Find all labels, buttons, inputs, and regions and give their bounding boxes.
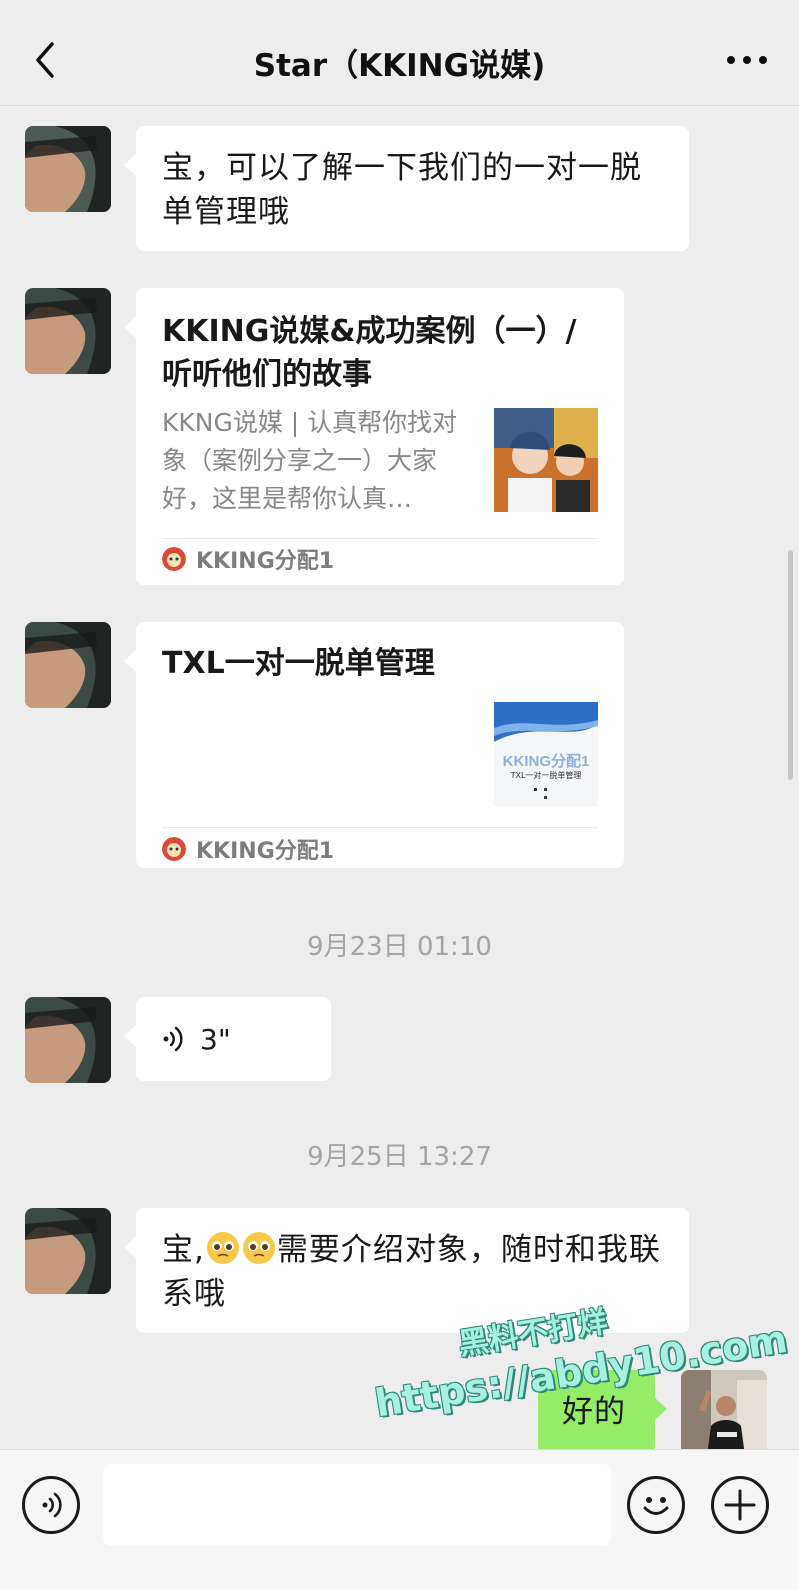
card-description: KKNG说媒 | 认真帮你找对象（案例分享之一）大家好，这里是帮你认真… bbox=[162, 408, 458, 513]
source-name: KKING分配1 bbox=[196, 549, 335, 574]
contact-avatar[interactable] bbox=[25, 622, 111, 708]
chat-title: Star（KKING说媒) bbox=[253, 48, 546, 84]
my-avatar[interactable] bbox=[681, 1370, 767, 1456]
voice-message[interactable]: 3" bbox=[124, 997, 331, 1081]
article-card[interactable]: TXL一对一脱单管理 KKING分配1 TXL一对一脱单管理 KKING分配1 bbox=[124, 622, 624, 868]
timestamp: 9月25日 13:27 bbox=[307, 1142, 492, 1172]
contact-avatar[interactable] bbox=[25, 1208, 111, 1294]
chat-header: Star（KKING说媒) bbox=[0, 0, 799, 106]
message-bubble[interactable]: 宝，可以了解一下我们的一对一脱单管理哦 bbox=[124, 126, 689, 251]
pleading-emoji-icon bbox=[242, 1232, 275, 1264]
message-prefix: 宝, bbox=[162, 1232, 205, 1268]
more-button[interactable] bbox=[725, 48, 769, 72]
message-input[interactable] bbox=[103, 1464, 611, 1546]
contact-avatar[interactable] bbox=[25, 288, 111, 374]
emoji-button[interactable] bbox=[627, 1476, 685, 1534]
pleading-emoji-icon bbox=[206, 1232, 239, 1264]
card-title: TXL一对一脱单管理 bbox=[162, 646, 435, 681]
card-divider bbox=[162, 827, 598, 828]
voice-icon bbox=[42, 1492, 62, 1518]
message-text: 好的 bbox=[562, 1394, 626, 1430]
timestamp: 9月23日 01:10 bbox=[307, 932, 492, 962]
card-thumbnail: KKING分配1 TXL一对一脱单管理 bbox=[494, 702, 598, 806]
card-source: KKING分配1 bbox=[162, 834, 334, 864]
card-thumbnail bbox=[494, 408, 598, 512]
contact-avatar[interactable] bbox=[25, 126, 111, 212]
message-text: 宝，可以了解一下我们的一对一脱单管理哦 bbox=[162, 150, 642, 230]
plus-icon bbox=[724, 1489, 756, 1521]
input-bar bbox=[0, 1449, 799, 1590]
more-dots-icon bbox=[727, 56, 767, 64]
source-logo-icon bbox=[162, 837, 186, 861]
article-card[interactable]: KKING说媒&成功案例（一）/听听他们的故事 KKNG说媒 | 认真帮你找对象… bbox=[124, 288, 624, 585]
scrollbar[interactable] bbox=[788, 550, 793, 780]
voice-toggle-button[interactable] bbox=[22, 1476, 80, 1534]
source-logo-icon bbox=[162, 547, 186, 571]
card-divider bbox=[162, 538, 598, 539]
thumb-brand: KKING分配1 bbox=[502, 753, 590, 770]
source-name: KKING分配1 bbox=[196, 839, 335, 864]
voice-duration: 3" bbox=[200, 1022, 231, 1056]
card-source: KKING分配1 bbox=[162, 544, 334, 574]
contact-avatar[interactable] bbox=[25, 997, 111, 1083]
emoji-icon bbox=[643, 1497, 669, 1515]
voice-wave-icon bbox=[163, 1026, 183, 1052]
card-title: KKING说媒&成功案例（一）/听听他们的故事 bbox=[162, 314, 577, 392]
thumb-subtitle: TXL一对一脱单管理 bbox=[510, 771, 582, 780]
plus-button[interactable] bbox=[711, 1476, 769, 1534]
